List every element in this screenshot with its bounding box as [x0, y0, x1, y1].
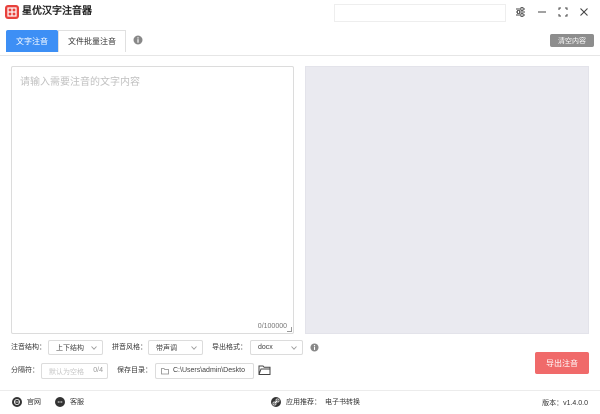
title-bar: 星优汉字注音器	[0, 0, 600, 26]
tab-text-annotation[interactable]: 文字注音	[6, 30, 58, 52]
save-dir-label: 保存目录：	[117, 367, 152, 374]
separator-placeholder: 默认为空格	[49, 369, 84, 376]
chevron-down-icon	[91, 346, 97, 350]
minimize-icon[interactable]	[534, 4, 550, 20]
folder-icon	[161, 368, 169, 375]
format-label: 导出格式：	[212, 344, 247, 351]
structure-select[interactable]: 上下结构	[48, 340, 103, 355]
clear-content-button[interactable]: 清空内容	[550, 34, 594, 47]
tab-file-batch-annotation[interactable]: 文件批量注音	[58, 30, 126, 52]
save-dir-input[interactable]: C:\Users\admin\Deskto	[155, 363, 254, 379]
chevron-down-icon	[191, 346, 197, 350]
info-icon[interactable]	[310, 343, 319, 352]
recommend-label: 应用推荐：	[286, 399, 321, 406]
service-link[interactable]: 客服	[55, 397, 84, 407]
text-input-area[interactable]: 请输入需要注音的文字内容 0/100000	[11, 66, 294, 334]
maximize-icon[interactable]	[555, 4, 571, 20]
separator-count: 0/4	[93, 367, 103, 374]
pinyin-label: 拼音风格：	[112, 344, 147, 351]
char-count: 0/100000	[257, 323, 287, 330]
link-icon	[271, 397, 281, 407]
structure-value: 上下结构	[56, 344, 84, 352]
chevron-down-icon	[291, 346, 297, 350]
format-select[interactable]: docx	[250, 340, 303, 355]
service-label: 客服	[70, 399, 84, 406]
recommend-section: 应用推荐： 电子书转换	[271, 397, 360, 407]
export-button[interactable]: 导出注音	[535, 352, 589, 374]
format-value: docx	[258, 344, 273, 351]
separator-input[interactable]: 默认为空格 0/4	[41, 363, 108, 379]
website-link[interactable]: 官网	[12, 397, 41, 407]
version-label: 版本：	[542, 400, 564, 407]
input-placeholder: 请输入需要注音的文字内容	[20, 77, 140, 88]
app-logo-icon	[5, 5, 19, 19]
pinyin-select[interactable]: 带声调	[148, 340, 203, 355]
pinyin-value: 带声调	[156, 344, 177, 352]
info-icon[interactable]	[133, 35, 143, 45]
save-dir-value: C:\Users\admin\Deskto	[173, 367, 245, 374]
separator-label: 分隔符：	[11, 367, 39, 374]
settings-sliders-icon[interactable]	[512, 4, 528, 20]
footer: 官网 客服 应用推荐： 电子书转换 版本：v1.4.0.0	[0, 390, 600, 414]
app-title: 星优汉字注音器	[22, 6, 92, 17]
resize-handle[interactable]	[287, 327, 292, 332]
version-info: 版本：v1.4.0.0	[542, 398, 588, 408]
website-label: 官网	[27, 399, 41, 406]
close-icon[interactable]	[576, 4, 592, 20]
chat-icon	[55, 397, 65, 407]
version-value: v1.4.0.0	[563, 400, 588, 407]
recommend-link[interactable]: 电子书转换	[325, 397, 360, 407]
structure-label: 注音结构：	[11, 344, 46, 351]
output-preview-area	[305, 66, 589, 334]
title-search-box[interactable]	[334, 4, 506, 22]
tab-bar: 文字注音 文件批量注音 清空内容	[0, 30, 600, 56]
globe-icon	[12, 397, 22, 407]
open-folder-icon[interactable]	[258, 364, 272, 377]
